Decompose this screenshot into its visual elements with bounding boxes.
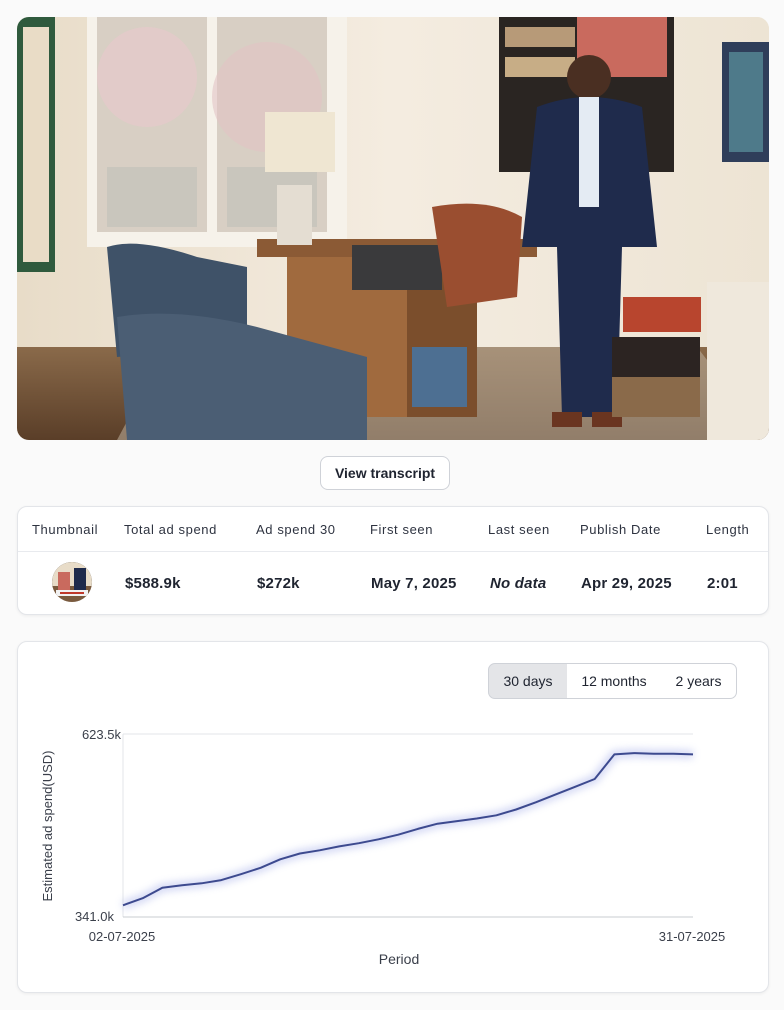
y-axis-label: Estimated ad spend(USD) bbox=[40, 750, 55, 901]
first-seen-value: May 7, 2025 bbox=[371, 575, 457, 592]
header-ad-spend-30: Ad spend 30 bbox=[256, 522, 336, 537]
publish-date-value: Apr 29, 2025 bbox=[581, 575, 672, 592]
video-player[interactable] bbox=[17, 17, 769, 440]
total-ad-spend-value: $588.9k bbox=[125, 575, 181, 592]
view-transcript-button[interactable]: View transcript bbox=[320, 456, 450, 490]
x-tick-end: 31-07-2025 bbox=[659, 929, 726, 944]
length-value: 2:01 bbox=[707, 575, 738, 592]
header-last-seen: Last seen bbox=[488, 522, 550, 537]
video-thumbnail[interactable] bbox=[52, 562, 92, 602]
table-header-row: Thumbnail Total ad spend Ad spend 30 Fir… bbox=[18, 507, 768, 552]
header-first-seen: First seen bbox=[370, 522, 434, 537]
x-axis-label: Period bbox=[379, 951, 419, 967]
header-total-ad-spend: Total ad spend bbox=[124, 522, 217, 537]
x-tick-start: 02-07-2025 bbox=[89, 929, 156, 944]
y-tick-max: 623.5k bbox=[82, 727, 122, 742]
video-frame-image bbox=[17, 17, 769, 440]
ad-spend-30-value: $272k bbox=[257, 575, 300, 592]
header-thumbnail: Thumbnail bbox=[32, 522, 99, 537]
header-publish-date: Publish Date bbox=[580, 522, 661, 537]
header-length: Length bbox=[706, 522, 750, 537]
ad-stats-table: Thumbnail Total ad spend Ad spend 30 Fir… bbox=[17, 506, 769, 615]
ad-spend-chart-card: 30 days 12 months 2 years 623.5k 341.0k … bbox=[17, 641, 769, 993]
last-seen-value: No data bbox=[490, 575, 547, 592]
y-tick-min: 341.0k bbox=[75, 909, 115, 924]
ad-spend-line-chart: 623.5k 341.0k 02-07-2025 31-07-2025 Peri… bbox=[40, 727, 726, 967]
